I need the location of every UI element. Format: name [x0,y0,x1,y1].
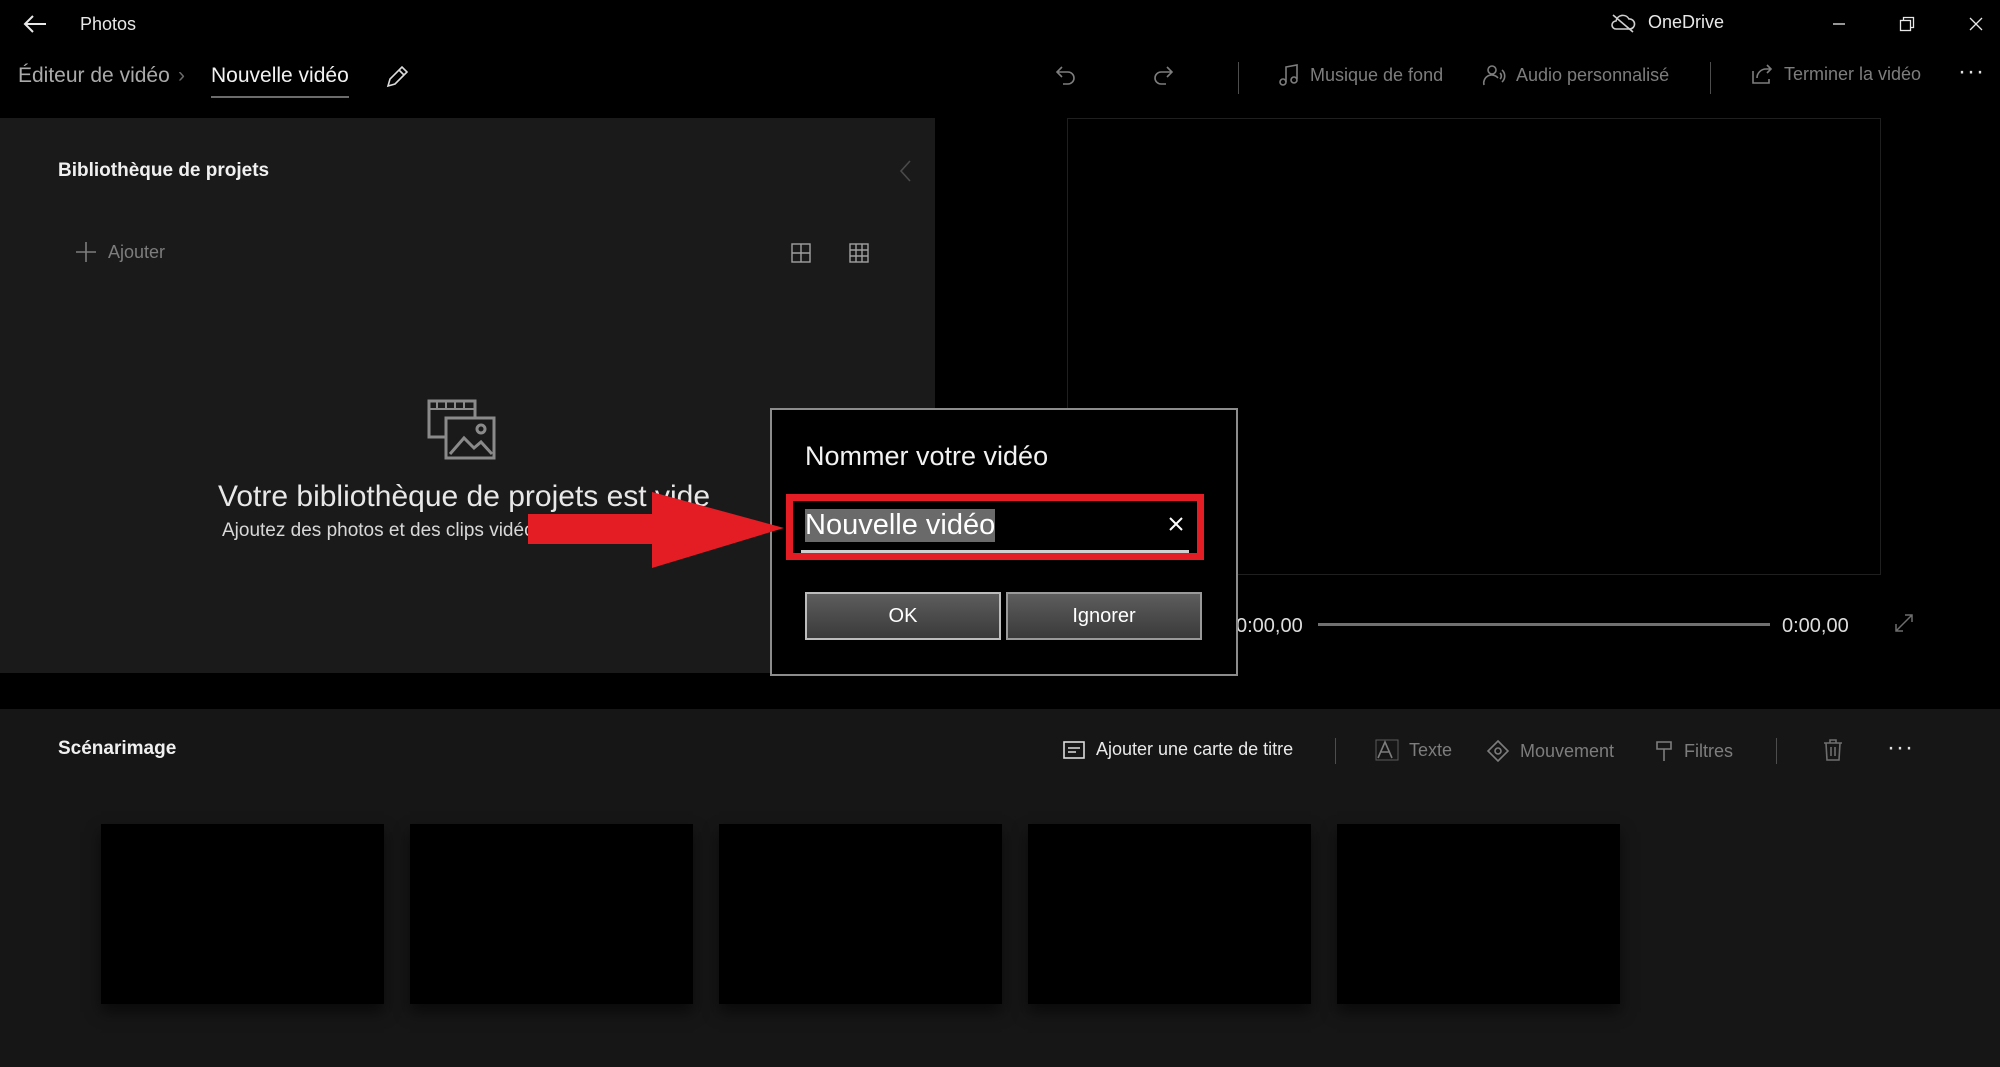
total-time: 0:00,00 [1782,615,1849,637]
plus-icon [74,240,98,264]
background-music-button[interactable]: Musique de fond [1278,63,1443,87]
title-card-icon [1062,740,1086,760]
storyboard-card[interactable] [1337,824,1620,1004]
finish-video-button[interactable]: Terminer la vidéo [1750,63,1921,85]
cloud-off-icon [1610,13,1636,33]
grid-small-icon[interactable] [848,242,870,264]
storyboard-more-button[interactable]: ··· [1887,734,1914,762]
storyboard-card[interactable] [1028,824,1311,1004]
close-icon[interactable] [1163,511,1189,537]
storyboard-divider [1335,738,1336,764]
text-icon [1375,739,1399,761]
red-arrow-icon [525,490,787,570]
close-icon [1969,17,1983,31]
storyboard-card[interactable] [719,824,1002,1004]
filters-button[interactable]: Filtres [1654,739,1733,763]
grid-large-icon[interactable] [790,242,812,264]
restore-icon [1899,16,1915,32]
music-note-icon [1278,63,1300,87]
more-options-button[interactable]: ··· [1958,58,1985,86]
text-label: Texte [1409,739,1453,760]
library-title: Bibliothèque de projets [58,160,270,181]
expand-icon[interactable] [1893,612,1915,634]
storyboard-title: Scénarimage [58,738,177,759]
toolbar-divider [1710,62,1711,94]
dialog-title: Nommer votre vidéo [805,441,1049,471]
breadcrumb-parent[interactable]: Éditeur de vidéo [18,64,170,88]
app-title: Photos [80,14,137,34]
add-media-label: Ajouter [108,241,166,262]
restore-button[interactable] [1884,8,1930,40]
motion-icon [1486,739,1510,763]
onedrive-status[interactable]: OneDrive [1610,12,1724,33]
storyboard-card[interactable] [410,824,693,1004]
add-title-card-label: Ajouter une carte de titre [1096,739,1294,759]
text-button[interactable]: Texte [1375,739,1452,761]
person-audio-icon [1482,63,1506,87]
breadcrumb-current[interactable]: Nouvelle vidéo [211,64,349,98]
minimize-icon [1833,23,1845,25]
onedrive-label: OneDrive [1648,12,1725,32]
empty-library-subtitle: Ajoutez des photos et des clips vidéo [222,520,535,541]
seek-bar[interactable] [1318,623,1770,626]
pencil-icon[interactable] [384,64,410,90]
custom-audio-button[interactable]: Audio personnalisé [1482,63,1669,87]
storyboard-card[interactable] [101,824,384,1004]
share-icon [1750,63,1774,85]
custom-audio-label: Audio personnalisé [1516,64,1670,85]
add-title-card-button[interactable]: Ajouter une carte de titre [1062,739,1293,760]
ignore-button[interactable]: Ignorer [1006,592,1202,640]
finish-video-label: Terminer la vidéo [1784,63,1922,84]
trash-icon[interactable] [1822,738,1844,762]
photo-library-icon [426,398,498,462]
motion-button[interactable]: Mouvement [1486,739,1614,763]
breadcrumb-separator: › [178,64,185,87]
current-time: 0:00,00 [1236,615,1303,637]
filters-label: Filtres [1684,740,1733,761]
add-media-button[interactable]: Ajouter [74,240,165,264]
redo-icon[interactable] [1152,63,1176,87]
close-window-button[interactable] [1953,8,1999,40]
ok-button[interactable]: OK [805,592,1001,640]
filter-icon [1654,739,1674,763]
back-arrow-icon[interactable] [18,10,52,38]
motion-label: Mouvement [1520,740,1615,761]
background-music-label: Musique de fond [1310,64,1444,85]
undo-icon[interactable] [1053,63,1077,87]
storyboard-divider [1776,738,1777,764]
chevron-left-icon[interactable] [896,158,916,184]
minimize-button[interactable] [1816,8,1862,40]
video-name-input[interactable] [801,501,1189,553]
toolbar-divider [1238,62,1239,94]
